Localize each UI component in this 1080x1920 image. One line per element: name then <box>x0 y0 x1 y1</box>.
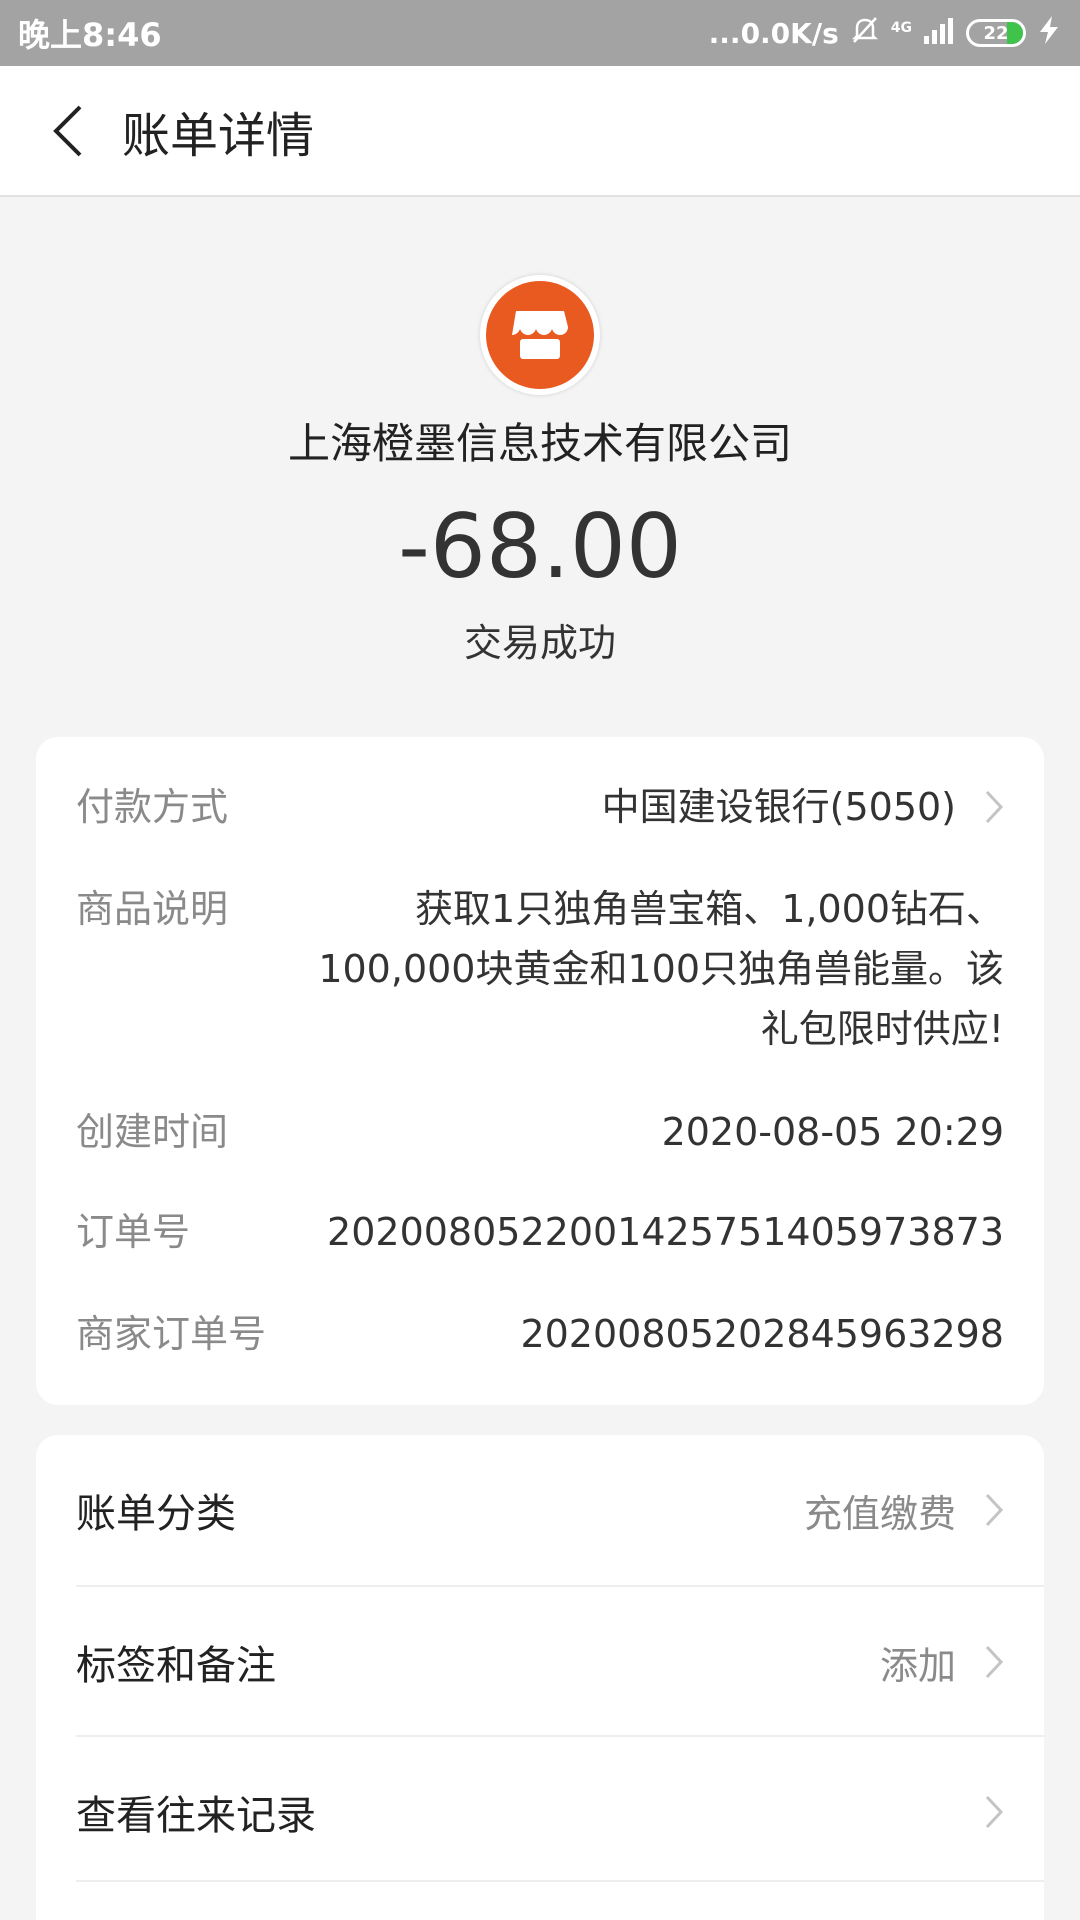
details-card: 付款方式 中国建设银行(5050) 商品说明 获取1只独角兽宝箱、1,000钻石… <box>36 737 1044 1405</box>
payment-method-value: 中国建设银行(5050) <box>601 785 956 829</box>
created-time-row: 创建时间 2020-08-05 20:29 <box>76 1102 1004 1162</box>
order-no-row: 订单号 2020080522001425751405973873 <box>76 1202 1004 1262</box>
charging-icon <box>1036 15 1062 52</box>
transaction-status: 交易成功 <box>463 621 616 665</box>
title-bar: 账单详情 <box>0 66 1080 197</box>
description-value: 获取1只独角兽宝箱、1,000钻石、100,000块黄金和100只独角兽能量。该… <box>318 887 1004 1051</box>
divider <box>76 1880 1044 1882</box>
chevron-right-icon <box>984 789 1004 825</box>
chevron-right-icon <box>984 1492 1004 1528</box>
signal-icon <box>922 16 956 51</box>
merchant-order-no-row: 商家订单号 2020080520284596329​8 <box>76 1304 1004 1364</box>
network-speed: ...0.0K/s <box>708 16 839 50</box>
status-bar: 晚上8:46 ...0.0K/s 4G 22 <box>0 0 1080 66</box>
page-title: 账单详情 <box>122 107 315 164</box>
created-time-label: 创建时间 <box>76 1110 229 1154</box>
store-icon <box>486 281 594 389</box>
merchant-logo <box>480 275 600 395</box>
back-arrow-icon[interactable] <box>38 101 98 161</box>
chevron-right-icon <box>984 1794 1004 1830</box>
order-no-value: 2020080522001425751405973873 <box>327 1210 1004 1254</box>
bill-category-value: 充值缴费 <box>803 1491 956 1536</box>
transaction-amount: -68.00 <box>398 495 682 598</box>
status-indicators: ...0.0K/s 4G 22 <box>709 14 1062 53</box>
merchant-order-no-value: 2020080520284596329​8 <box>520 1312 1004 1356</box>
description-row: 商品说明 获取1只独角兽宝箱、1,000钻石、100,000块黄金和100只独角… <box>76 879 1004 1059</box>
tags-notes-row[interactable]: 标签和备注 添加 <box>76 1587 1044 1737</box>
merchant-order-no-label: 商家订单号 <box>76 1312 267 1356</box>
payment-method-label: 付款方式 <box>76 785 229 829</box>
merchant-name: 上海橙墨信息技术有限公司 <box>287 419 792 468</box>
bell-muted-icon <box>849 14 881 53</box>
actions-card: 账单分类 充值缴费 标签和备注 添加 查看往来记录 <box>36 1435 1044 1920</box>
tags-notes-label: 标签和备注 <box>76 1643 276 1689</box>
battery-level: 22 <box>983 22 1009 44</box>
status-time: 晚上8:46 <box>18 16 162 54</box>
bill-category-row[interactable]: 账单分类 充值缴费 <box>76 1435 1044 1585</box>
battery-icon: 22 <box>966 19 1026 47</box>
order-no-label: 订单号 <box>76 1210 191 1254</box>
bill-category-label: 账单分类 <box>76 1491 236 1537</box>
history-label: 查看往来记录 <box>76 1793 316 1839</box>
history-row[interactable]: 查看往来记录 <box>76 1737 1044 1887</box>
description-label: 商品说明 <box>76 887 229 931</box>
created-time-value: 2020-08-05 20:29 <box>661 1110 1004 1154</box>
network-type: 4G <box>890 19 912 36</box>
payment-method-row[interactable]: 付款方式 中国建设银行(5050) <box>76 777 1004 837</box>
tags-notes-value: 添加 <box>879 1643 956 1688</box>
chevron-right-icon <box>984 1644 1004 1680</box>
